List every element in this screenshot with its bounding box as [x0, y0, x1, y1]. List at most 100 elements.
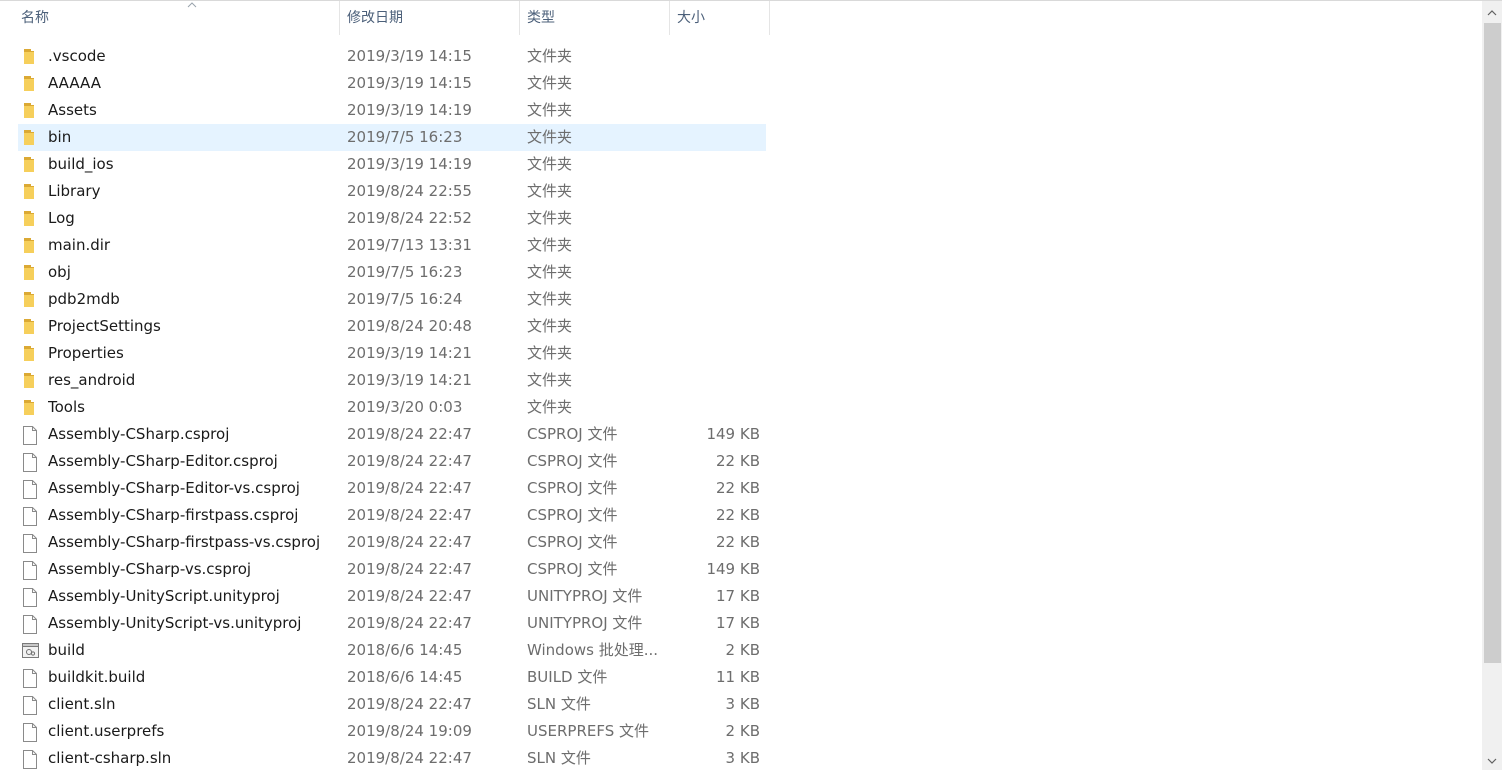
- scrollbar-thumb[interactable]: [1484, 23, 1501, 663]
- folder-icon: [22, 340, 40, 367]
- file-row[interactable]: Assembly-CSharp-Editor-vs.csproj 2019/8/2…: [18, 475, 766, 502]
- file-row[interactable]: build 2018/6/6 14:45 Windows 批处理... 2 KB: [18, 637, 766, 664]
- file-row[interactable]: res_android 2019/3/19 14:21 文件夹: [18, 367, 766, 394]
- file-row[interactable]: buildkit.build 2018/6/6 14:45 BUILD 文件 11 K…: [18, 664, 766, 691]
- folder-icon: [22, 70, 40, 97]
- file-icon: [22, 745, 40, 770]
- folder-icon: [22, 124, 40, 151]
- scroll-up-icon[interactable]: [1482, 3, 1502, 23]
- file-type: 文件夹: [527, 128, 573, 146]
- column-header-name[interactable]: 名称: [15, 1, 340, 35]
- file-name: ProjectSettings: [48, 317, 161, 335]
- file-type: 文件夹: [527, 182, 573, 200]
- file-row[interactable]: build_ios 2019/3/19 14:19 文件夹: [18, 151, 766, 178]
- file-icon: [22, 421, 40, 448]
- file-name: Assembly-CSharp-Editor.csproj: [48, 452, 278, 470]
- scroll-down-icon[interactable]: [1482, 751, 1502, 770]
- file-name: Tools: [48, 398, 85, 416]
- file-size: 149 KB: [706, 425, 760, 443]
- file-date-modified: 2019/3/19 14:21: [347, 344, 472, 362]
- file-date-modified: 2019/8/24 22:47: [347, 695, 472, 713]
- file-date-modified: 2018/6/6 14:45: [347, 668, 463, 686]
- file-size: 22 KB: [716, 506, 760, 524]
- file-date-modified: 2019/8/24 22:47: [347, 479, 472, 497]
- file-name: Assembly-CSharp-firstpass.csproj: [48, 506, 299, 524]
- file-size: 17 KB: [716, 587, 760, 605]
- file-row[interactable]: client-csharp.sln 2019/8/24 22:47 SLN 文件 3 …: [18, 745, 766, 770]
- file-name: Assets: [48, 101, 97, 119]
- file-date-modified: 2019/8/24 22:47: [347, 749, 472, 767]
- file-icon: [22, 448, 40, 475]
- file-date-modified: 2019/8/24 22:47: [347, 452, 472, 470]
- file-row[interactable]: Assembly-UnityScript-vs.unityproj 2019/8/…: [18, 610, 766, 637]
- file-name: .vscode: [48, 47, 106, 65]
- file-type: SLN 文件: [527, 695, 591, 713]
- file-row[interactable]: main.dir 2019/7/13 13:31 文件夹: [18, 232, 766, 259]
- file-row[interactable]: bin 2019/7/5 16:23 文件夹: [18, 124, 766, 151]
- file-row[interactable]: Assembly-CSharp-firstpass-vs.csproj 2019/…: [18, 529, 766, 556]
- file-name: obj: [48, 263, 71, 281]
- file-date-modified: 2019/8/24 19:09: [347, 722, 472, 740]
- file-row[interactable]: Properties 2019/3/19 14:21 文件夹: [18, 340, 766, 367]
- file-row[interactable]: pdb2mdb 2019/7/5 16:24 文件夹: [18, 286, 766, 313]
- file-row[interactable]: Library 2019/8/24 22:55 文件夹: [18, 178, 766, 205]
- file-row[interactable]: AAAAA 2019/3/19 14:15 文件夹: [18, 70, 766, 97]
- file-date-modified: 2018/6/6 14:45: [347, 641, 463, 659]
- folder-icon: [22, 394, 40, 421]
- file-date-modified: 2019/8/24 22:55: [347, 182, 472, 200]
- file-name: Assembly-CSharp-vs.csproj: [48, 560, 252, 578]
- file-date-modified: 2019/8/24 20:48: [347, 317, 472, 335]
- file-row[interactable]: client.userprefs 2019/8/24 19:09 USERPREFS…: [18, 718, 766, 745]
- file-row[interactable]: ProjectSettings 2019/8/24 20:48 文件夹: [18, 313, 766, 340]
- file-size: [668, 205, 760, 232]
- file-type: UNITYPROJ 文件: [527, 614, 643, 632]
- file-size: 3 KB: [725, 749, 760, 767]
- file-size: 2 KB: [725, 641, 760, 659]
- file-type: 文件夹: [527, 209, 573, 227]
- file-name: build: [48, 641, 85, 659]
- file-name: client-csharp.sln: [48, 749, 172, 767]
- file-type: CSPROJ 文件: [527, 506, 618, 524]
- file-icon: [22, 556, 40, 583]
- file-name: main.dir: [48, 236, 111, 254]
- file-type: USERPREFS 文件: [527, 722, 649, 740]
- file-row[interactable]: Tools 2019/3/20 0:03 文件夹: [18, 394, 766, 421]
- file-type: 文件夹: [527, 101, 573, 119]
- file-explorer: 名称 修改日期 类型 大小 .vscode 2019/3/19 14:15 文件夹 A…: [0, 0, 1502, 770]
- vertical-scrollbar[interactable]: [1482, 1, 1502, 770]
- folder-icon: [22, 259, 40, 286]
- file-row[interactable]: Assembly-CSharp-firstpass.csproj 2019/8/2…: [18, 502, 766, 529]
- file-row[interactable]: Assembly-CSharp.csproj 2019/8/24 22:47 CSP…: [18, 421, 766, 448]
- column-header-date-label: 修改日期: [347, 10, 403, 26]
- file-list: .vscode 2019/3/19 14:15 文件夹 AAAAA 2019/3/19 …: [18, 43, 766, 770]
- file-type: CSPROJ 文件: [527, 425, 618, 443]
- file-row[interactable]: Assembly-UnityScript.unityproj 2019/8/24 …: [18, 583, 766, 610]
- file-type: 文件夹: [527, 155, 573, 173]
- file-size: [668, 232, 760, 259]
- file-row[interactable]: .vscode 2019/3/19 14:15 文件夹: [18, 43, 766, 70]
- file-size: 149 KB: [706, 560, 760, 578]
- file-date-modified: 2019/3/20 0:03: [347, 398, 463, 416]
- file-row[interactable]: client.sln 2019/8/24 22:47 SLN 文件 3 KB: [18, 691, 766, 718]
- file-type: 文件夹: [527, 290, 573, 308]
- file-row[interactable]: Log 2019/8/24 22:52 文件夹: [18, 205, 766, 232]
- column-header-size[interactable]: 大小: [671, 1, 770, 35]
- file-type: Windows 批处理...: [527, 641, 659, 659]
- file-type: 文件夹: [527, 263, 573, 281]
- file-row[interactable]: Assets 2019/3/19 14:19 文件夹: [18, 97, 766, 124]
- file-size: 22 KB: [716, 533, 760, 551]
- column-header-date[interactable]: 修改日期: [341, 1, 520, 35]
- file-row[interactable]: Assembly-CSharp-vs.csproj 2019/8/24 22:47…: [18, 556, 766, 583]
- file-name: client.sln: [48, 695, 116, 713]
- column-header-type[interactable]: 类型: [521, 1, 670, 35]
- column-header-name-label: 名称: [21, 10, 49, 26]
- file-size: [668, 367, 760, 394]
- file-type: 文件夹: [527, 74, 573, 92]
- file-row[interactable]: obj 2019/7/5 16:23 文件夹: [18, 259, 766, 286]
- file-size: [668, 124, 760, 151]
- file-type: CSPROJ 文件: [527, 452, 618, 470]
- file-size: [668, 70, 760, 97]
- file-date-modified: 2019/8/24 22:52: [347, 209, 472, 227]
- file-row[interactable]: Assembly-CSharp-Editor.csproj 2019/8/24 2…: [18, 448, 766, 475]
- file-size: 3 KB: [725, 695, 760, 713]
